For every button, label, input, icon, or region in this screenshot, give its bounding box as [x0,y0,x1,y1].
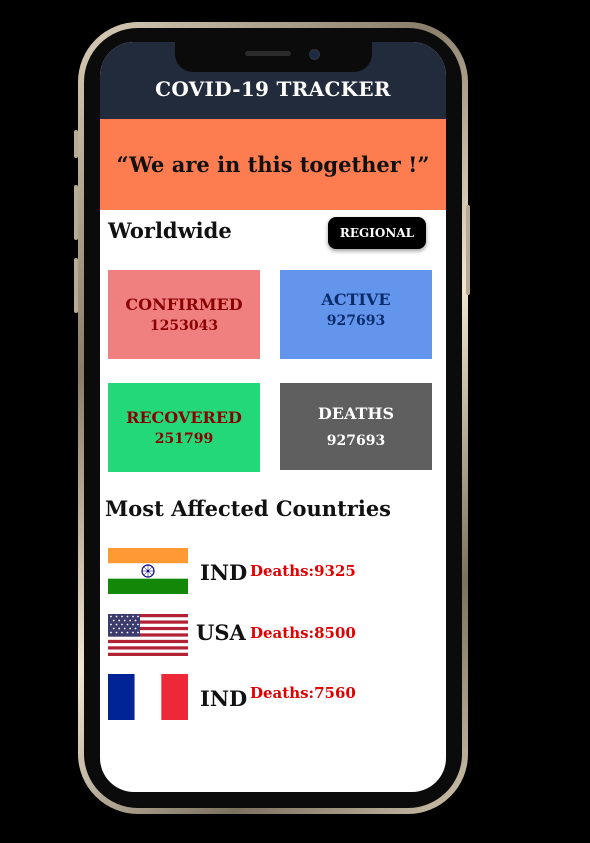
country-row[interactable]: IND Deaths:7560 [108,674,438,724]
active-title: ACTIVE [321,290,391,309]
front-camera-icon [309,49,320,60]
most-affected-title: Most Affected Countries [105,496,392,521]
country-deaths: Deaths:9325 [250,562,356,580]
side-button-right [466,205,470,295]
recovered-card: RECOVERED 251799 [108,383,260,472]
confirmed-title: CONFIRMED [125,295,243,314]
india-flag-icon [108,548,188,594]
deaths-title: DEATHS [317,404,395,423]
country-code: USA [196,620,246,645]
country-deaths: Deaths:7560 [250,684,356,702]
side-button-left-1 [74,130,78,158]
deaths-card: DEATHS 927693 [280,383,432,470]
country-deaths: Deaths:8500 [250,624,356,642]
phone-notch [175,42,372,72]
deaths-value: 927693 [326,433,386,449]
country-code: IND [200,560,248,585]
app-screen: COVID-19 TRACKER “We are in this togethe… [100,42,446,792]
recovered-value: 251799 [154,431,214,447]
confirmed-value: 1253043 [149,318,219,334]
confirmed-card: CONFIRMED 1253043 [108,270,260,359]
active-value: 927693 [326,313,386,329]
france-flag-icon [108,674,188,720]
active-card: ACTIVE 927693 [280,270,432,359]
slogan-text: “We are in this together !” [116,152,430,177]
usa-flag-icon [108,614,188,656]
regional-button[interactable]: REGIONAL [328,217,426,249]
country-code: IND [200,686,248,711]
slogan-banner: “We are in this together !” [100,119,446,210]
side-button-left-3 [74,258,78,313]
country-row[interactable]: USA Deaths:8500 [108,612,438,662]
side-button-left-2 [74,185,78,240]
app-title: COVID-19 TRACKER [155,77,391,101]
country-row[interactable]: IND Deaths:9325 [108,548,438,598]
recovered-title: RECOVERED [126,408,242,427]
speaker-grille [245,51,291,56]
worldwide-label: Worldwide [108,218,232,243]
